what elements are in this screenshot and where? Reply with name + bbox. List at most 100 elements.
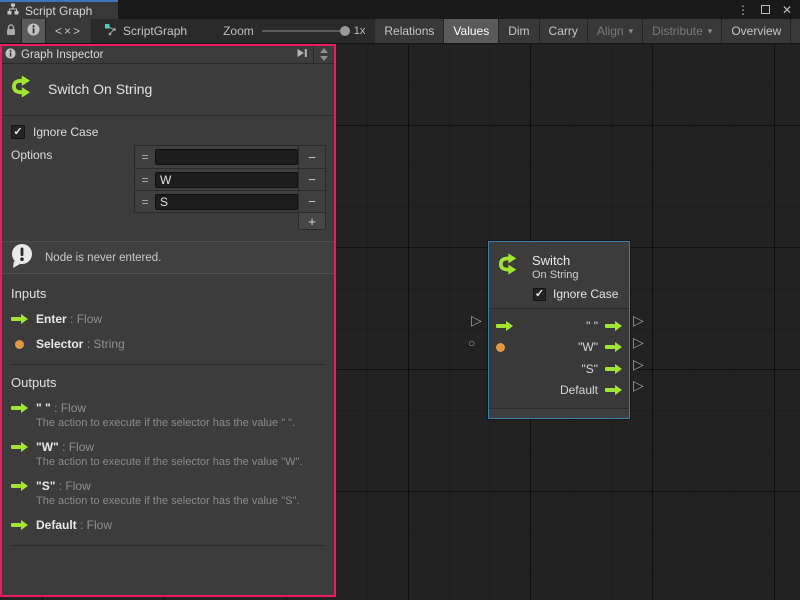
dock-panel-icon[interactable]	[296, 47, 308, 62]
graph-toolbar: <×> ScriptGraph Zoom 1x Relations Values…	[0, 19, 800, 44]
toolbar-toggles: Relations Values Dim Carry Align Distrib…	[375, 19, 800, 43]
port-description: The action to execute if the selector ha…	[36, 495, 325, 507]
graph-breadcrumb[interactable]: ScriptGraph	[92, 19, 199, 43]
align-label: Align	[597, 24, 624, 38]
edit-source-button[interactable]: <×>	[46, 19, 92, 43]
chevron-down-icon	[708, 26, 713, 37]
info-icon	[27, 23, 40, 39]
output-port-row: Default : Flow	[11, 518, 325, 532]
output-flow-arrow-icon[interactable]	[605, 385, 622, 395]
port-type: : Flow	[59, 479, 91, 493]
window-menu-button[interactable]: ⋮	[737, 4, 749, 16]
full-screen-button[interactable]: Full Screen	[791, 19, 800, 43]
options-list: = − = W − = S − +	[134, 145, 326, 230]
zoom-slider[interactable]	[262, 30, 346, 32]
node-port-area: " " "W" "S" Default	[489, 308, 629, 408]
script-graph-icon	[104, 23, 117, 39]
distribute-label: Distribute	[652, 24, 703, 38]
port-label: " "	[586, 319, 598, 333]
node-selector-port-marker[interactable]: ○	[468, 336, 475, 350]
relations-label: Relations	[384, 24, 434, 38]
node-ignore-case-checkbox[interactable]	[533, 288, 546, 301]
flow-arrow-icon	[11, 520, 28, 530]
drag-handle-icon[interactable]: =	[135, 195, 155, 209]
outputs-section: Outputs " " : Flow The action to execute…	[2, 365, 334, 546]
option-value-input[interactable]	[155, 149, 298, 165]
node-footer	[489, 408, 629, 418]
remove-option-button[interactable]: −	[298, 169, 325, 190]
port-name: Default	[36, 518, 77, 532]
drag-handle-icon[interactable]: =	[135, 150, 155, 164]
distribute-button[interactable]: Distribute	[643, 19, 722, 43]
node-ignore-case-checkbox-row: Ignore Case	[533, 287, 621, 301]
output-flow-arrow-icon[interactable]	[605, 364, 622, 374]
port-name: " "	[36, 401, 51, 415]
lock-button[interactable]	[0, 19, 22, 43]
port-name: Selector	[36, 337, 83, 351]
divider	[11, 545, 325, 546]
option-value-input[interactable]: S	[155, 194, 298, 210]
flow-arrow-icon	[11, 403, 28, 413]
switch-node-icon	[10, 73, 37, 105]
add-option-button[interactable]: +	[298, 213, 326, 230]
scroll-down-icon[interactable]	[320, 56, 328, 61]
node-row-default: Default	[496, 380, 622, 402]
graph-inspector-panel: Graph Inspector Switch On String Ignore	[0, 44, 336, 597]
scroll-up-icon[interactable]	[320, 48, 328, 53]
option-value-input[interactable]: W	[155, 172, 298, 188]
port-name: "S"	[36, 479, 55, 493]
option-row: = W −	[135, 168, 325, 190]
tab-script-graph[interactable]: Script Graph	[0, 0, 118, 19]
dim-button[interactable]: Dim	[499, 19, 539, 43]
node-enter-port-marker[interactable]: ▷	[471, 313, 482, 327]
zoom-label: Zoom	[223, 24, 254, 38]
ignore-case-checkbox[interactable]	[11, 125, 25, 139]
port-type: : Flow	[80, 518, 112, 532]
selector-value-dot-icon[interactable]	[496, 343, 505, 352]
options-label: Options	[11, 145, 134, 230]
dim-label: Dim	[508, 24, 529, 38]
remove-option-button[interactable]: −	[298, 191, 325, 212]
inspector-node-title: Switch On String	[48, 81, 152, 97]
inspector-toggle-button[interactable]	[22, 19, 46, 43]
zoom-control: Zoom 1x	[213, 19, 375, 43]
lock-icon	[5, 23, 17, 39]
port-label: "S"	[581, 362, 598, 376]
port-label: "W"	[578, 340, 598, 354]
window-close-button[interactable]: ✕	[782, 4, 792, 16]
window-controls: ⋮ ✕	[737, 0, 800, 19]
drag-handle-icon[interactable]: =	[135, 173, 155, 187]
warning-bubble-icon	[9, 243, 35, 273]
node-row-selector: "W"	[496, 337, 622, 359]
carry-button[interactable]: Carry	[540, 19, 588, 43]
node-output-default-port-marker[interactable]: ▷	[633, 378, 644, 392]
options-field-row: Options = − = W − = S −	[2, 145, 334, 230]
option-row: = −	[135, 146, 325, 168]
overview-button[interactable]: Overview	[722, 19, 791, 43]
node-subtitle: On String	[532, 269, 578, 281]
port-type: : Flow	[70, 312, 102, 326]
flow-arrow-icon	[11, 442, 28, 452]
node-header[interactable]: Switch On String Ignore Case	[489, 242, 629, 308]
chevron-down-icon	[629, 26, 634, 37]
port-type: : Flow	[62, 440, 94, 454]
node-output-space-port-marker[interactable]: ▷	[633, 313, 644, 327]
zoom-slider-knob[interactable]	[340, 26, 350, 36]
input-port-row: Enter : Flow	[11, 312, 325, 326]
switch-on-string-node[interactable]: Switch On String Ignore Case " " "W" "S"	[488, 241, 630, 419]
output-flow-arrow-icon[interactable]	[605, 342, 622, 352]
window-maximize-button[interactable]	[761, 5, 770, 14]
window-tab-bar: Script Graph ⋮ ✕	[0, 0, 800, 19]
node-output-s-port-marker[interactable]: ▷	[633, 357, 644, 371]
port-name: "W"	[36, 440, 59, 454]
values-button[interactable]: Values	[444, 19, 499, 43]
remove-option-button[interactable]: −	[298, 146, 325, 168]
align-button[interactable]: Align	[588, 19, 643, 43]
relations-button[interactable]: Relations	[375, 19, 444, 43]
output-flow-arrow-icon[interactable]	[605, 321, 622, 331]
inputs-heading: Inputs	[11, 286, 325, 301]
node-output-w-port-marker[interactable]: ▷	[633, 335, 644, 349]
port-type: : String	[87, 337, 125, 351]
switch-node-icon	[497, 251, 523, 282]
enter-flow-arrow-icon[interactable]	[496, 321, 513, 331]
